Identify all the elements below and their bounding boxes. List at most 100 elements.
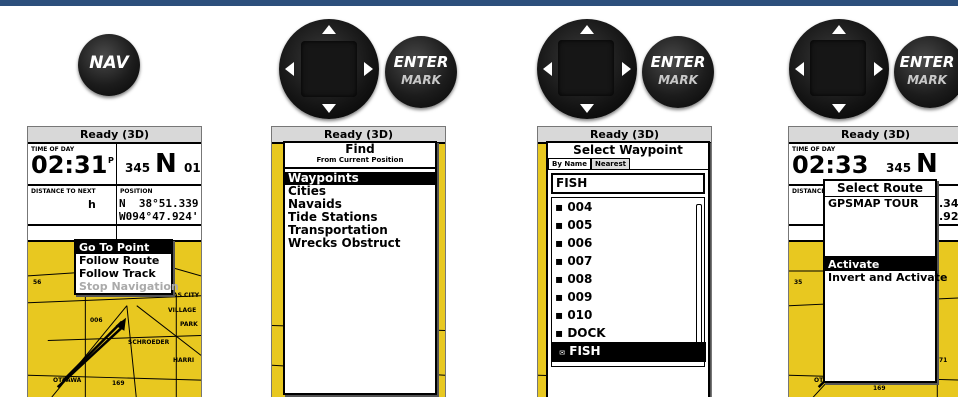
rocker-up-icon[interactable] xyxy=(322,25,336,34)
rocker-pad xyxy=(810,40,866,96)
rocker-down-icon[interactable] xyxy=(832,104,846,113)
list-item[interactable]: ▪ 008 xyxy=(552,270,704,288)
find-title: Find xyxy=(345,142,375,156)
menu-item-follow-route[interactable]: Follow Route xyxy=(76,254,171,267)
time-value: 02:31 xyxy=(31,151,108,179)
enter-button[interactable]: ENTER MARK xyxy=(642,36,714,108)
rocker-pad xyxy=(558,40,614,96)
select-route-dialog: Select Route GPSMAP TOUR Activate Invert… xyxy=(823,179,947,383)
map-label: 169 xyxy=(873,385,886,392)
map-label: 35 xyxy=(794,279,803,286)
rocker-left-icon[interactable] xyxy=(543,62,552,76)
waypoint-name: 004 xyxy=(567,200,593,214)
divider xyxy=(28,184,201,186)
rocker-left-icon[interactable] xyxy=(285,62,294,76)
menu-item-stop-navigation[interactable]: Stop Navigation xyxy=(76,280,179,293)
map-label: 006 xyxy=(90,317,103,324)
list-item[interactable]: ▪ 005 xyxy=(552,216,704,234)
rocker-key[interactable] xyxy=(279,19,379,119)
longitude: W094°47.924' xyxy=(119,210,199,223)
gps-screen-select-waypoint: Ready (3D) Select Waypoint By Name Neare… xyxy=(537,126,712,397)
stage: NAV ENTER MARK ENTER MARK ENTER MARK Rea… xyxy=(0,6,958,397)
rocker-key[interactable] xyxy=(537,19,637,119)
mark-label: MARK xyxy=(401,73,441,87)
list-item[interactable]: ▪ 007 xyxy=(552,252,704,270)
nav-button-label: NAV xyxy=(89,53,129,73)
list-item[interactable]: ▪ DOCK xyxy=(552,324,704,342)
scrollbar[interactable] xyxy=(696,204,702,354)
menu-item-follow-track[interactable]: Follow Track xyxy=(76,267,171,280)
tab-nearest[interactable]: Nearest xyxy=(590,158,631,169)
time-value: 02:33 xyxy=(792,151,869,179)
list-item[interactable]: ▪ 009 xyxy=(552,288,704,306)
nav-button[interactable]: NAV xyxy=(78,34,140,96)
right-value: .34 xyxy=(939,197,958,210)
rocker-down-icon[interactable] xyxy=(580,104,594,113)
list-item[interactable]: ▪ 010 xyxy=(552,306,704,324)
select-waypoint-dialog: Select Waypoint By Name Nearest FISH ▪ 0… xyxy=(546,141,710,397)
find-dialog: Find From Current Position Waypoints Cit… xyxy=(283,141,437,395)
map-label: OTTAWA xyxy=(53,377,82,384)
search-input[interactable]: FISH xyxy=(551,173,705,194)
dialog-title: Select Waypoint xyxy=(573,143,683,157)
gps-screen-find: Ready (3D) Find From Current Position Wa… xyxy=(271,126,446,397)
waypoint-name: DOCK xyxy=(567,326,606,340)
status-title: Ready (3D) xyxy=(789,127,958,144)
menu-item-activate[interactable]: Activate xyxy=(825,258,935,271)
waypoint-name: 009 xyxy=(567,290,593,304)
rocker-down-icon[interactable] xyxy=(322,104,336,113)
rocker-left-icon[interactable] xyxy=(795,62,804,76)
data-dashboard: TIME OF DAY 02:31 P 345 N 01! DISTANCE T… xyxy=(28,144,201,242)
status-title: Ready (3D) xyxy=(28,127,201,144)
waypoint-name: 005 xyxy=(567,218,593,232)
mark-label: MARK xyxy=(658,73,698,87)
list-item[interactable]: ▪ 006 xyxy=(552,234,704,252)
enter-button[interactable]: ENTER MARK xyxy=(385,36,457,108)
find-subtitle: From Current Position xyxy=(285,156,435,169)
enter-label: ENTER xyxy=(650,53,706,71)
right-value: .92 xyxy=(939,210,958,223)
waypoint-list: ▪ 004 ▪ 005 ▪ 006 ▪ 007 ▪ 008 ▪ 009 ▪ 01… xyxy=(551,197,706,367)
rocker-pad xyxy=(301,41,357,97)
waypoint-name: FISH xyxy=(569,344,601,358)
rocker-up-icon[interactable] xyxy=(580,25,594,34)
list-item[interactable]: ✉ FISH xyxy=(552,342,706,362)
latitude: N 38°51.339' xyxy=(119,197,202,210)
waypoint-name: 007 xyxy=(567,254,593,268)
compass-icon: N xyxy=(155,149,177,179)
flag-icon: ✉ xyxy=(559,349,566,357)
distance-unit: h xyxy=(88,198,96,211)
waypoint-name: 008 xyxy=(567,272,593,286)
rocker-up-icon[interactable] xyxy=(832,25,846,34)
find-item-wrecks[interactable]: Wrecks Obstruct xyxy=(285,237,435,250)
map-label: SCHROEDER xyxy=(128,339,170,346)
heading-value: 345 xyxy=(886,161,912,175)
heading-right: 01! xyxy=(184,161,201,175)
distance-label: DISTANCE TO NEXT xyxy=(31,188,96,195)
enter-button[interactable]: ENTER MARK xyxy=(894,36,958,108)
map-label: HARRI xyxy=(173,357,195,364)
rocker-key[interactable] xyxy=(789,19,889,119)
gps-screen-map: Ready (3D) TIME OF DAY 02:31 P 345 N 01!… xyxy=(27,126,202,397)
list-item[interactable]: ▪ 004 xyxy=(552,198,704,216)
map-label: 169 xyxy=(112,380,125,387)
menu-item-go-to-point[interactable]: Go To Point xyxy=(76,241,171,254)
enter-label: ENTER xyxy=(899,53,955,71)
waypoint-name: 006 xyxy=(567,236,593,250)
tab-by-name[interactable]: By Name xyxy=(548,158,591,169)
menu-item-invert-activate[interactable]: Invert and Activate xyxy=(825,271,947,284)
map-label: 71 xyxy=(939,357,948,364)
rocker-right-icon[interactable] xyxy=(874,62,883,76)
gps-screen-select-route: Ready (3D) TIME OF DAY 02:33 345 N DISTA… xyxy=(788,126,958,397)
route-item[interactable]: GPSMAP TOUR xyxy=(825,196,935,210)
compass-icon: N xyxy=(916,149,938,179)
time-suffix: P xyxy=(108,156,114,165)
mark-label: MARK xyxy=(907,73,947,87)
rocker-right-icon[interactable] xyxy=(622,62,631,76)
map-label: AS CITY xyxy=(173,292,200,299)
rocker-right-icon[interactable] xyxy=(364,62,373,76)
nav-menu: Go To Point Follow Route Follow Track St… xyxy=(74,239,179,295)
enter-label: ENTER xyxy=(393,53,449,71)
heading-value: 345 xyxy=(125,161,151,175)
